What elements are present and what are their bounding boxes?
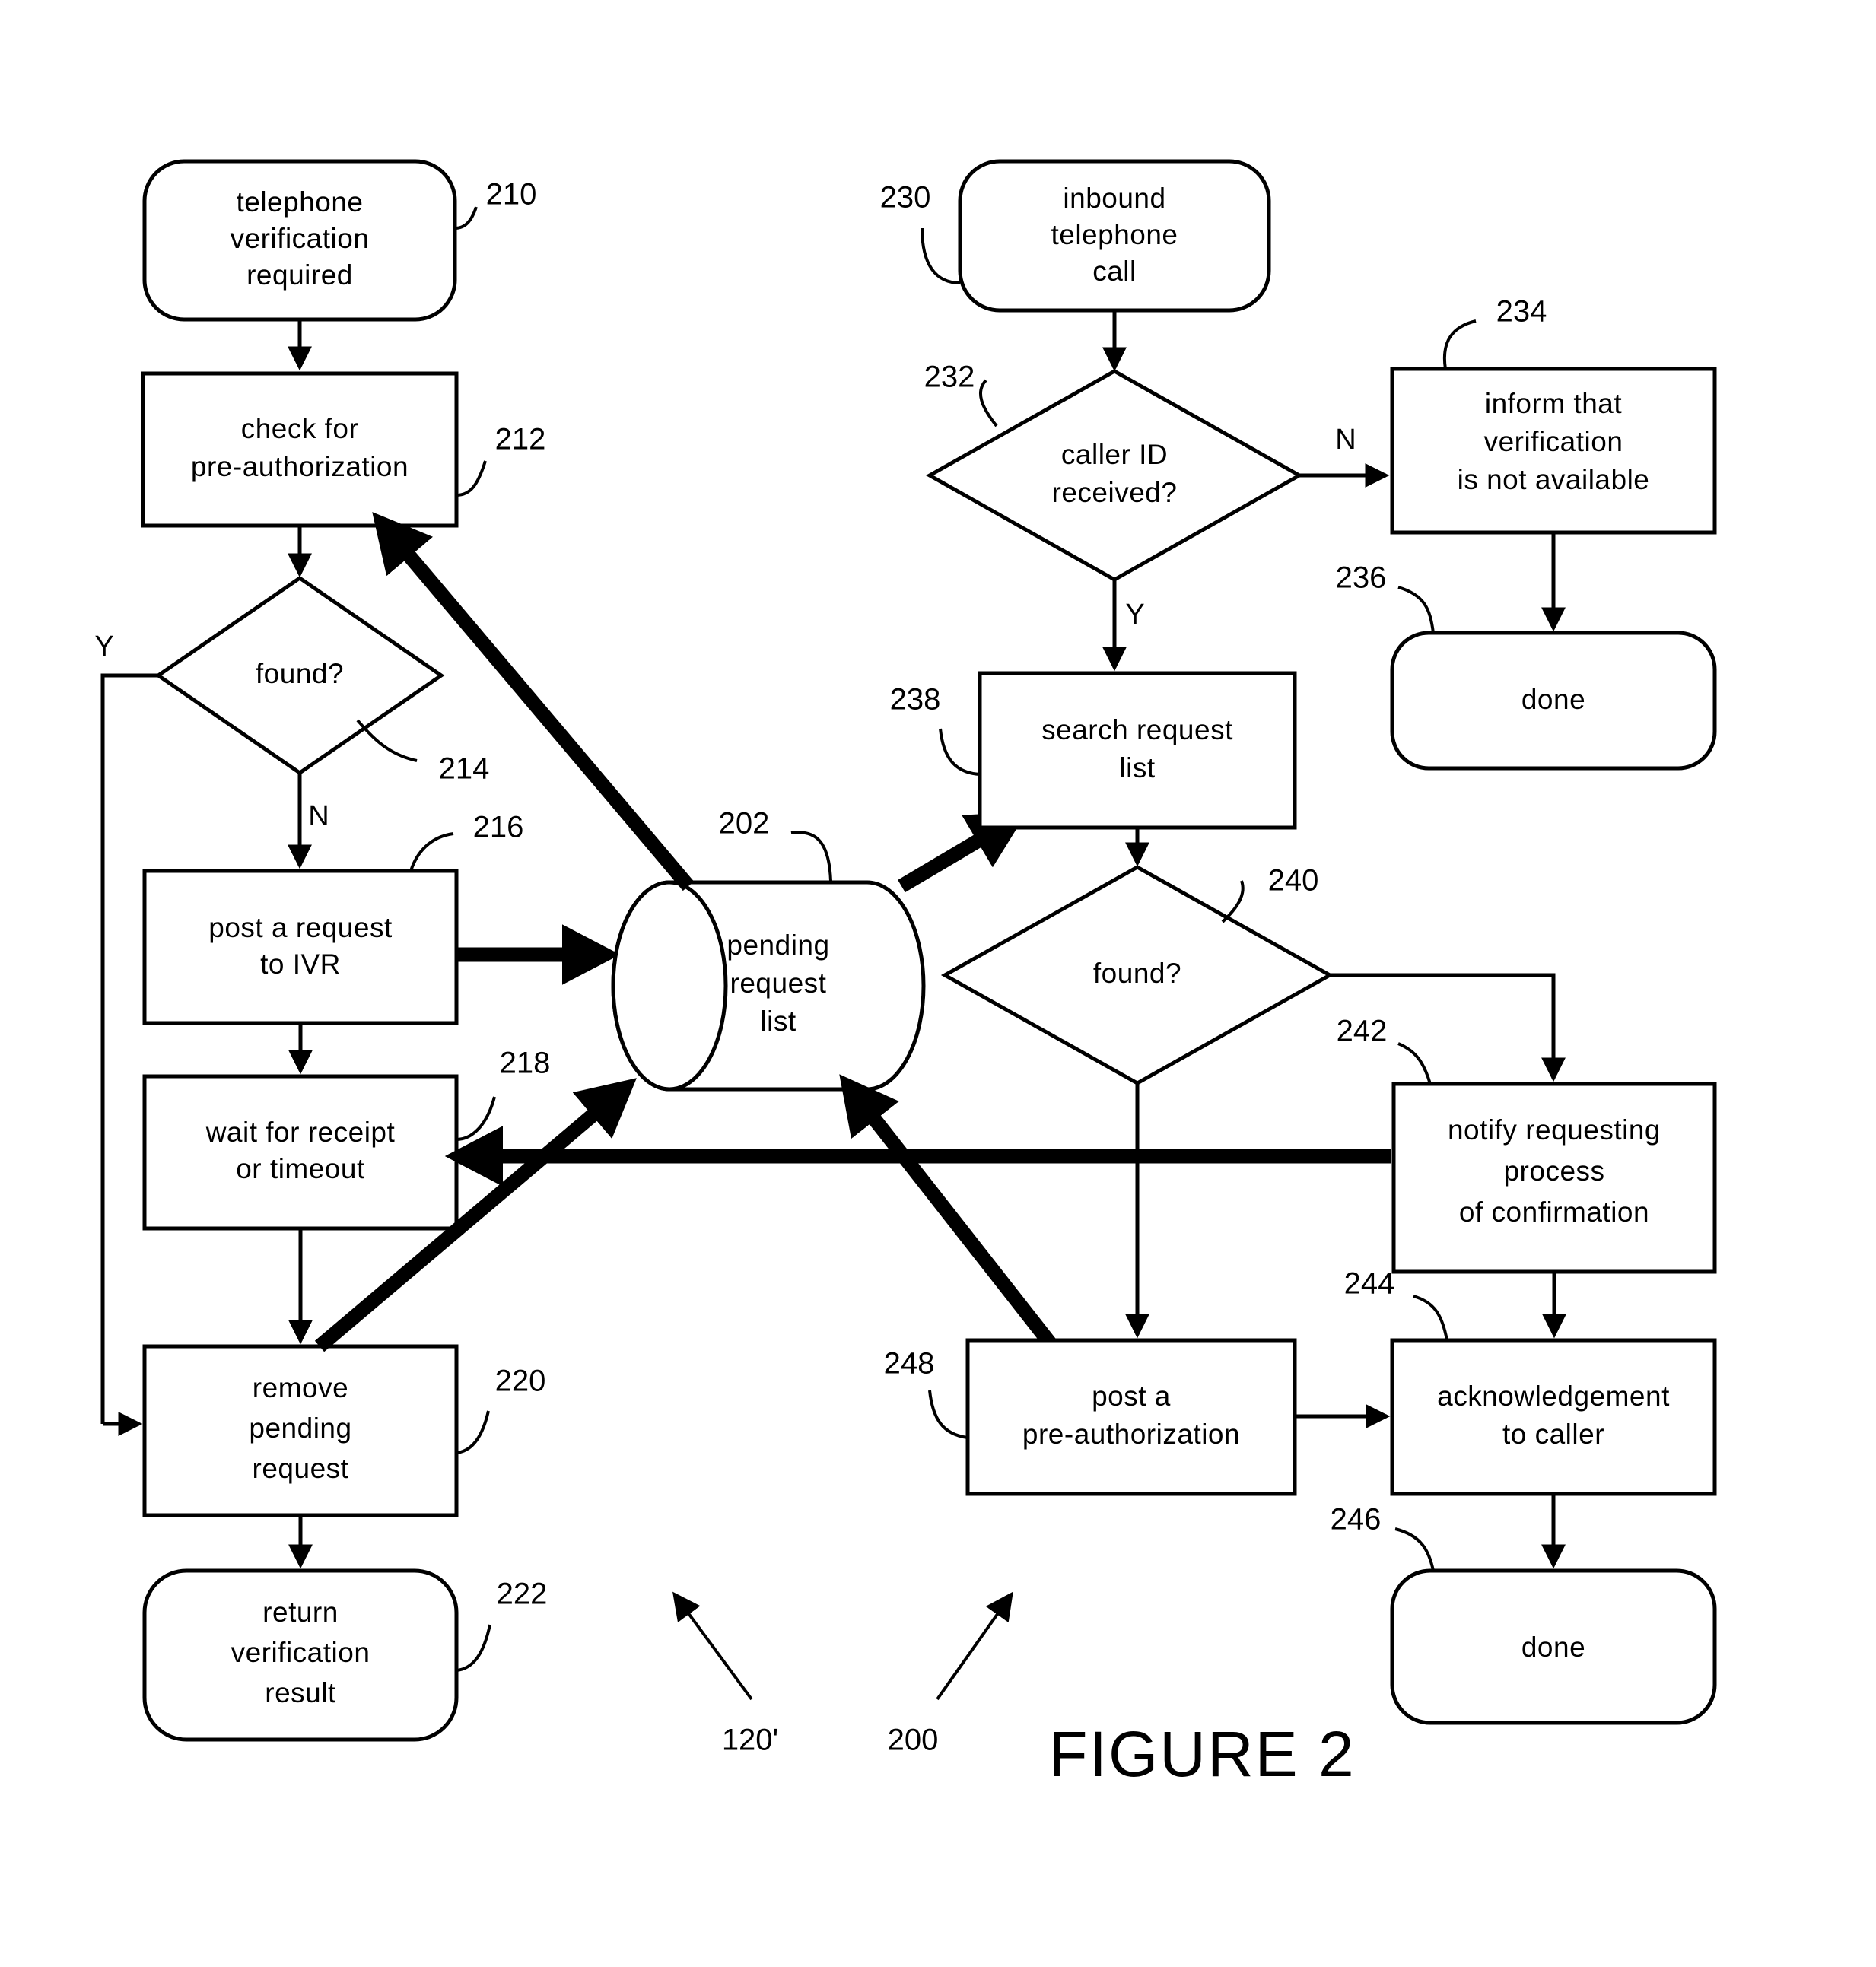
ref-200: 200 [888,1724,939,1757]
node-220-line-2: pending [249,1412,351,1444]
ref-210: 210 [486,178,537,211]
node-242-notify-requesting-process: notify requesting process of confirmatio… [1391,1082,1717,1274]
node-244-line-1: acknowledgement [1437,1381,1670,1412]
ref-120-prime: 120' [722,1724,778,1757]
node-230-line-2: telephone [1051,219,1178,250]
ref-212: 212 [495,423,546,456]
ref-218: 218 [500,1047,551,1080]
figure-caption: FIGURE 2 [1048,1718,1355,1790]
node-216-shape [142,869,459,1025]
node-210-telephone-verification-required: telephone verification required [142,159,457,322]
ref-242: 242 [1337,1015,1388,1048]
node-230-line-3: call [1092,256,1137,287]
node-232-line-2: received? [1052,477,1178,508]
node-216-line-1: post a request [208,912,393,943]
node-210-line-1: telephone [236,186,363,218]
node-202-line-1: pending [727,929,829,961]
node-244-shape [1390,1338,1717,1496]
node-244-acknowledgement-to-caller: acknowledgement to caller [1390,1338,1717,1496]
node-248-shape [965,1338,1297,1496]
node-222-line-3: result [265,1677,336,1708]
node-238-search-request-list: search request list [978,671,1297,830]
node-234-inform-verification-not-available: inform that verification is not availabl… [1390,367,1717,535]
node-218-wait-for-receipt-or-timeout: wait for receipt or timeout [142,1074,459,1231]
node-214-label: found? [256,658,344,689]
node-218-line-1: wait for receipt [205,1117,396,1148]
ref-246: 246 [1331,1503,1382,1536]
node-218-line-2: or timeout [236,1153,365,1184]
node-212-shape [141,371,459,528]
node-230-line-1: inbound [1063,183,1165,214]
node-242-line-1: notify requesting [1448,1114,1661,1146]
edge-label-callerid-yes: Y [1125,599,1144,631]
node-212-check-for-pre-authorization: check for pre-authorization [141,371,459,528]
edge-label-found-no-left: N [308,800,329,832]
ref-202: 202 [719,807,770,841]
node-238-line-1: search request [1041,714,1233,745]
edge-label-found-yes-left: Y [94,631,113,663]
ref-214: 214 [439,752,490,786]
node-248-post-a-pre-authorization: post a pre-authorization [965,1338,1297,1496]
node-236-label: done [1521,684,1585,715]
node-202-cylinder-cap [611,880,728,1092]
node-202-line-2: request [730,968,827,999]
ref-238: 238 [890,683,941,717]
node-222-line-1: return [262,1597,339,1628]
node-234-line-1: inform that [1485,388,1623,419]
node-238-shape [978,671,1297,830]
ref-222: 222 [497,1578,548,1611]
node-242-line-2: process [1503,1155,1604,1187]
ref-240: 240 [1268,864,1319,898]
node-210-line-2: verification [231,223,370,254]
node-246-label: done [1521,1632,1585,1663]
node-248-line-1: post a [1092,1381,1171,1412]
node-212-line-1: check for [241,413,359,444]
node-202-pending-request-list: pending request list [611,880,926,1092]
node-236-done: done [1390,631,1717,771]
ref-236: 236 [1336,561,1387,595]
node-220-remove-pending-request: remove pending request [142,1344,459,1517]
ref-220: 220 [495,1365,546,1398]
node-234-line-3: is not available [1458,464,1650,495]
node-220-line-1: remove [253,1372,348,1403]
node-242-line-3: of confirmation [1459,1196,1649,1228]
node-222-line-2: verification [231,1637,370,1668]
node-220-line-3: request [253,1453,349,1484]
node-212-line-2: pre-authorization [191,451,409,482]
node-244-line-2: to caller [1502,1419,1604,1450]
ref-232: 232 [924,361,975,394]
node-210-line-3: required [246,259,353,291]
node-230-inbound-telephone-call: inbound telephone call [958,159,1271,313]
ref-244: 244 [1344,1267,1395,1301]
node-232-line-1: caller ID [1061,439,1168,470]
node-234-line-2: verification [1484,426,1623,457]
edge-label-callerid-no: N [1335,424,1356,456]
node-216-line-2: to IVR [260,949,341,980]
ref-216: 216 [473,811,524,844]
node-246-done: done [1390,1568,1717,1725]
node-240-label: found? [1093,958,1181,989]
node-202-line-3: list [760,1006,796,1037]
node-238-line-2: list [1119,752,1155,783]
node-216-post-a-request-to-ivr: post a request to IVR [142,869,459,1025]
figure-2-flowchart: telephone verification required 210 chec… [0,0,1876,1967]
ref-230: 230 [880,181,931,214]
ref-234: 234 [1496,295,1547,329]
node-222-return-verification-result: return verification result [142,1568,459,1742]
ref-248: 248 [884,1347,935,1381]
node-248-line-2: pre-authorization [1022,1419,1240,1450]
